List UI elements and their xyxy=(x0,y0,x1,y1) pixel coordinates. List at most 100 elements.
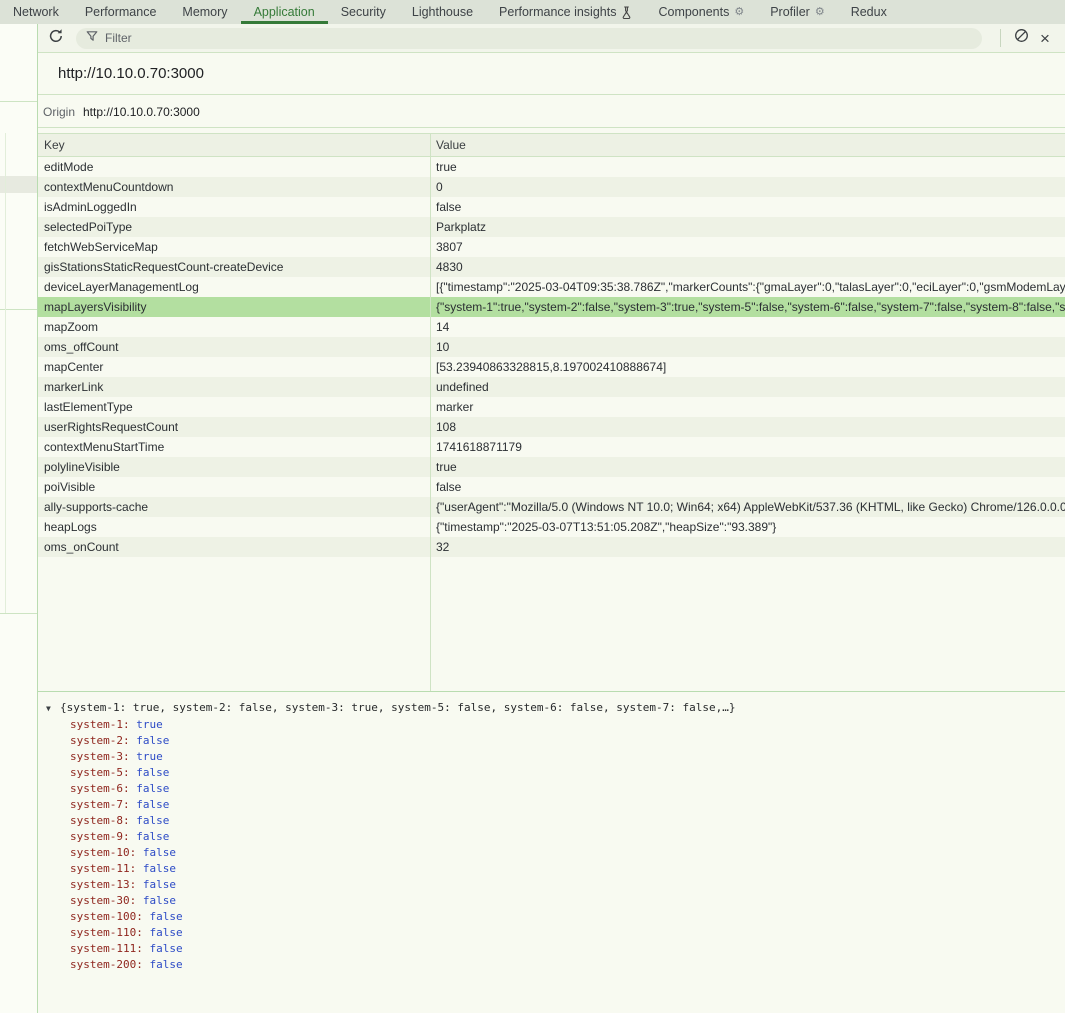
tab-components[interactable]: Components⚙ xyxy=(645,0,757,24)
row-value: 10 xyxy=(430,340,1065,354)
table-row[interactable]: ally-supports-cache{"userAgent":"Mozilla… xyxy=(38,497,1065,517)
row-key: contextMenuCountdown xyxy=(38,180,430,194)
tab-application[interactable]: Application xyxy=(241,0,328,24)
table-row[interactable]: markerLinkundefined xyxy=(38,377,1065,397)
row-key: fetchWebServiceMap xyxy=(38,240,430,254)
tab-security[interactable]: Security xyxy=(328,0,399,24)
table-row[interactable]: selectedPoiTypeParkplatz xyxy=(38,217,1065,237)
row-value: {"userAgent":"Mozilla/5.0 (Windows NT 10… xyxy=(430,500,1065,514)
preview-entry-key: system-200: xyxy=(70,958,149,971)
preview-entry: system-5: false xyxy=(38,765,1065,781)
tab-label: Performance insights xyxy=(499,5,616,19)
page-title: http://10.10.0.70:3000 xyxy=(58,65,204,82)
tab-label: Application xyxy=(254,5,315,19)
preview-entry: system-11: false xyxy=(38,861,1065,877)
storage-origin-title: http://10.10.0.70:3000 xyxy=(38,53,1065,95)
table-row[interactable]: editModetrue xyxy=(38,157,1065,177)
preview-entry-key: system-6: xyxy=(70,782,136,795)
preview-entry-key: system-1: xyxy=(70,718,136,731)
devtools-tab-strip: NetworkPerformance Memory Application Secur… xyxy=(0,0,1065,24)
preview-entry: system-110: false xyxy=(38,925,1065,941)
table-row[interactable]: oms_offCount10 xyxy=(38,337,1065,357)
preview-entry-key: system-5: xyxy=(70,766,136,779)
row-value: 14 xyxy=(430,320,1065,334)
refresh-button[interactable] xyxy=(44,26,68,50)
table-row[interactable]: mapLayersVisibility{"system-1":true,"sys… xyxy=(38,297,1065,317)
tab-performance-insights[interactable]: Performance insights xyxy=(486,0,645,24)
storage-rows: editModetruecontextMenuCountdown0isAdmin… xyxy=(38,157,1065,557)
row-key: contextMenuStartTime xyxy=(38,440,430,454)
row-key: editMode xyxy=(38,160,430,174)
tab-redux[interactable]: Redux xyxy=(838,0,900,24)
table-row[interactable]: mapCenter[53.23940863328815,8.1970024108… xyxy=(38,357,1065,377)
row-key: mapLayersVisibility xyxy=(38,300,430,314)
row-value: marker xyxy=(430,400,1065,414)
preview-entry: system-10: false xyxy=(38,845,1065,861)
tab-label: Lighthouse xyxy=(412,5,473,19)
table-row[interactable]: fetchWebServiceMap3807 xyxy=(38,237,1065,257)
tab-memory[interactable]: Memory xyxy=(169,0,240,24)
row-value: true xyxy=(430,160,1065,174)
preview-entry-value: false xyxy=(149,958,182,971)
table-row[interactable]: gisStationsStaticRequestCount-createDevi… xyxy=(38,257,1065,277)
column-header-value[interactable]: Value xyxy=(430,138,1065,152)
table-row[interactable]: isAdminLoggedInfalse xyxy=(38,197,1065,217)
row-key: selectedPoiType xyxy=(38,220,430,234)
tab-label: Memory xyxy=(182,5,227,19)
preview-entry-key: system-30: xyxy=(70,894,143,907)
storage-table: Key Value editModetruecontextMenuCountdo… xyxy=(38,133,1065,693)
row-value: [{"timestamp":"2025-03-04T09:35:38.786Z"… xyxy=(430,280,1065,294)
preview-entry-value: false xyxy=(143,846,176,859)
row-value: 108 xyxy=(430,420,1065,434)
preview-summary-text: {system-1: true, system-2: false, system… xyxy=(60,701,736,714)
table-row[interactable]: deviceLayerManagementLog[{"timestamp":"2… xyxy=(38,277,1065,297)
row-value: Parkplatz xyxy=(430,220,1065,234)
preview-entry: system-200: false xyxy=(38,957,1065,973)
row-value: {"timestamp":"2025-03-07T13:51:05.208Z",… xyxy=(430,520,1065,534)
table-row[interactable]: contextMenuCountdown0 xyxy=(38,177,1065,197)
row-key: poiVisible xyxy=(38,480,430,494)
preview-entry: system-3: true xyxy=(38,749,1065,765)
storage-table-header: Key Value xyxy=(38,133,1065,157)
table-row[interactable]: oms_onCount32 xyxy=(38,537,1065,557)
row-key: ally-supports-cache xyxy=(38,500,430,514)
row-key: gisStationsStaticRequestCount-createDevi… xyxy=(38,260,430,274)
table-row[interactable]: mapZoom14 xyxy=(38,317,1065,337)
clear-storage-button[interactable] xyxy=(1009,26,1033,50)
sidebar-divider xyxy=(0,101,37,102)
table-row[interactable]: lastElementTypemarker xyxy=(38,397,1065,417)
preview-entries: system-1: truesystem-2: falsesystem-3: t… xyxy=(38,717,1065,973)
table-row[interactable]: userRightsRequestCount108 xyxy=(38,417,1065,437)
column-header-key[interactable]: Key xyxy=(38,138,430,152)
tab-lighthouse[interactable]: Lighthouse xyxy=(399,0,486,24)
preview-entry-value: false xyxy=(136,814,169,827)
row-value: 1741618871179 xyxy=(430,440,1065,454)
preview-entry: system-1: true xyxy=(38,717,1065,733)
tab-profiler[interactable]: Profiler⚙ xyxy=(757,0,837,24)
table-row[interactable]: polylineVisibletrue xyxy=(38,457,1065,477)
table-row[interactable]: heapLogs{"timestamp":"2025-03-07T13:51:0… xyxy=(38,517,1065,537)
row-key: heapLogs xyxy=(38,520,430,534)
tab-performance[interactable]: Performance xyxy=(72,0,170,24)
table-row[interactable]: contextMenuStartTime1741618871179 xyxy=(38,437,1065,457)
row-key: oms_onCount xyxy=(38,540,430,554)
storage-toolbar: × xyxy=(38,24,1065,53)
tab-label: Components xyxy=(658,5,729,19)
preview-summary[interactable]: ▼{system-1: true, system-2: false, syste… xyxy=(38,700,1065,717)
preview-entry-key: system-11: xyxy=(70,862,143,875)
origin-label: Origin xyxy=(38,105,83,119)
close-button[interactable]: × xyxy=(1033,26,1057,50)
tab-network[interactable]: Network xyxy=(0,0,72,24)
filter-input[interactable] xyxy=(105,31,972,45)
preview-entry-value: false xyxy=(143,878,176,891)
row-value: 0 xyxy=(430,180,1065,194)
preview-entry: system-7: false xyxy=(38,797,1065,813)
filter-funnel-icon xyxy=(86,29,98,47)
row-key: polylineVisible xyxy=(38,460,430,474)
table-row[interactable]: poiVisiblefalse xyxy=(38,477,1065,497)
filter-box xyxy=(76,28,982,49)
row-value: undefined xyxy=(430,380,1065,394)
preview-entry-key: system-110: xyxy=(70,926,149,939)
preview-entry-value: true xyxy=(136,750,163,763)
preview-entry-value: false xyxy=(136,734,169,747)
